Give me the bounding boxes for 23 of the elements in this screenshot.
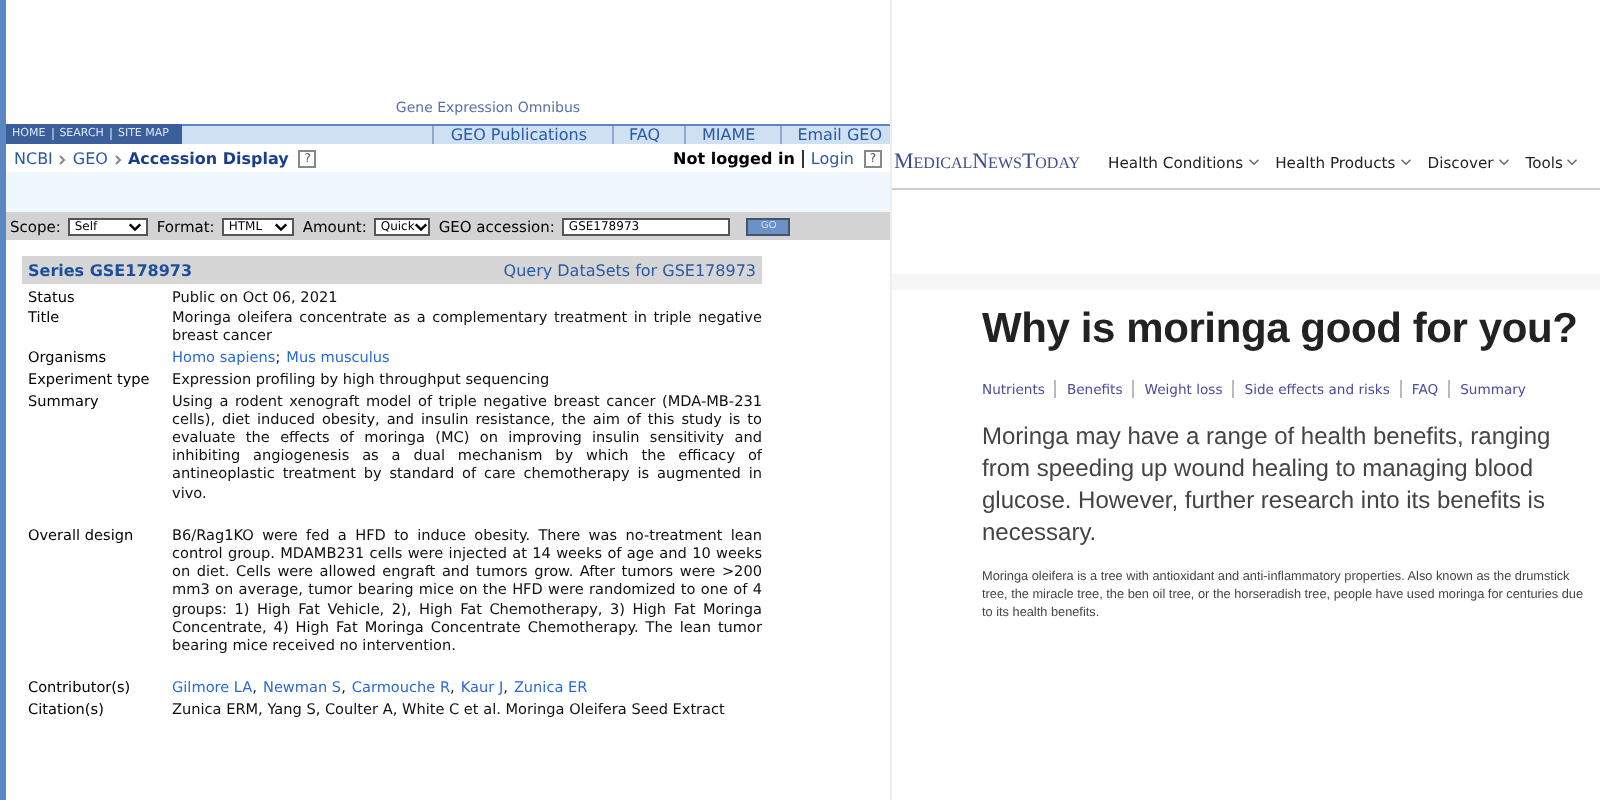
query-link[interactable]: Query DataSets for GSE178973 [503, 261, 756, 279]
nav-link[interactable]: MIAME [684, 126, 756, 144]
breadcrumb-link[interactable]: GEO [72, 150, 108, 168]
login-status: Not logged in [673, 150, 795, 168]
nav-link[interactable]: FAQ [611, 126, 660, 144]
nav-link[interactable]: Email GEO [779, 126, 882, 144]
login-link[interactable]: Login [802, 150, 854, 168]
site-logo[interactable]: MedicalNewsToday [894, 150, 1081, 174]
series-title: Series GSE178973 [28, 261, 193, 279]
chevron-icon [414, 221, 429, 231]
page-title: Accession Display [127, 150, 289, 168]
breadcrumb-separator-icon [113, 153, 122, 165]
chevron-icon [128, 221, 143, 231]
nav-link[interactable]: GEO Publications [432, 126, 587, 144]
breadcrumb-separator-icon [58, 153, 67, 165]
chevron-icon [274, 221, 289, 231]
chevron-icon [1399, 158, 1412, 166]
breadcrumb-link[interactable]: NCBI [14, 150, 53, 168]
article-lede: Moringa may have a range of health benefits, ranging from speeding up wound healing to managing blood glucose. However, further research into its benefits is necessary. [982, 420, 1553, 548]
chevron-icon [1497, 158, 1510, 166]
chevron-icon [1247, 158, 1260, 166]
chevron-icon [1566, 158, 1579, 166]
article-heading: Why is moringa good for you? [982, 306, 1580, 354]
